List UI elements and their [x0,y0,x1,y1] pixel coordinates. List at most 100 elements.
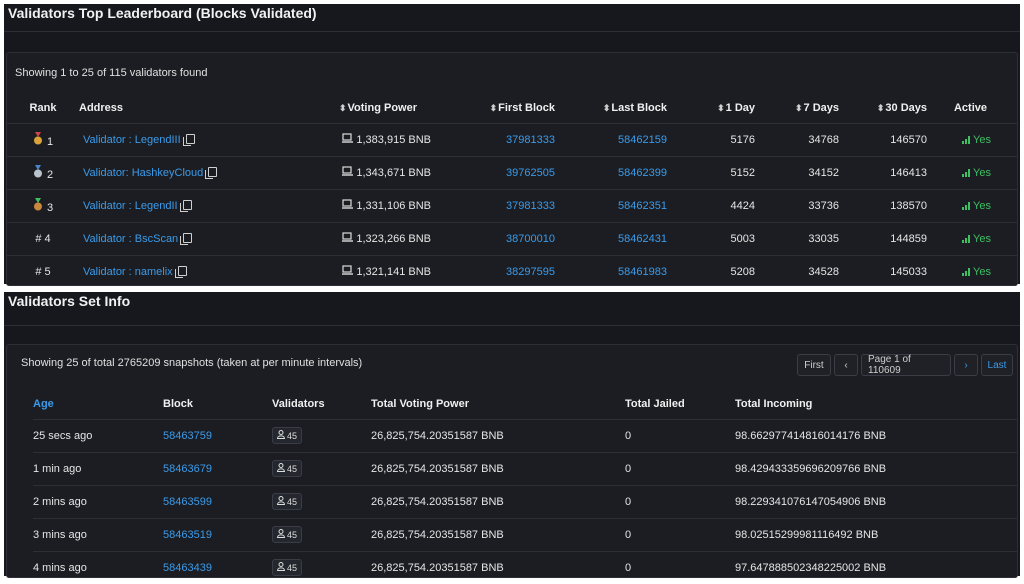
days30-cell: 146570 [849,122,941,156]
leaderboard-table: Rank Address ⬍Voting Power ⬍First Block … [7,93,1017,288]
snapshot-row: 1 min ago 58463679 45 26,825,754.20351587 B… [33,451,1017,485]
age-cell: 25 secs ago [33,418,163,452]
first-block-link[interactable]: 39762505 [506,167,555,179]
total-voting-power-cell: 26,825,754.20351587 BNB [371,517,625,551]
validator-link[interactable]: Validator : LegendII [83,200,178,212]
last-block-link[interactable]: 58462431 [618,233,667,245]
total-voting-power-cell: 26,825,754.20351587 BNB [371,418,625,452]
col-address: Address [79,101,124,114]
validators-count-badge[interactable]: 45 [272,427,303,444]
sort-icon: ⬍ [338,102,347,113]
block-cell: 58463679 [163,451,272,485]
active-status: Yes [973,232,991,245]
col-30-days[interactable]: ⬍30 Days [849,93,941,123]
copy-icon[interactable] [182,133,195,146]
monitor-icon [342,265,354,278]
last-block-link[interactable]: 58462159 [618,134,667,146]
first-block-link[interactable]: 37981333 [506,134,555,146]
validators-count-badge[interactable]: 45 [272,526,303,543]
copy-icon[interactable] [205,166,218,179]
col-last-block[interactable]: ⬍Last Block [565,93,671,123]
setinfo-header-row: Age Block Validators Total Voting Power … [33,389,1017,419]
leaderboard-row: # 4 Validator : BscScan 1,323,266 BNB 38700… [7,221,1017,255]
first-block-link[interactable]: 38297595 [506,266,555,278]
block-cell: 58463439 [163,550,272,584]
active-status: Yes [973,166,991,179]
voting-power-cell: 1,343,671 BNB [297,155,447,189]
title-divider [4,325,1020,326]
last-page-button[interactable]: Last [981,354,1013,376]
rank-value: 2 [46,168,54,181]
setinfo-title: Validators Set Info [8,293,131,309]
rank-cell: 2 [7,155,79,189]
first-block-cell: 37981333 [447,188,565,222]
rank-value: # 4 [35,232,51,245]
signal-icon [962,135,971,144]
block-cell: 58463599 [163,484,272,518]
validators-count-badge[interactable]: 45 [272,559,303,577]
days30-cell: 138570 [849,188,941,222]
col-validators: Validators [272,397,325,410]
days30-cell: 145033 [849,254,941,288]
active-cell: Yes [941,254,1017,288]
medal-icon [33,131,43,148]
user-icon [276,463,286,474]
block-link[interactable]: 58463439 [163,562,212,574]
validator-link[interactable]: Validator : LegendIII [83,134,181,146]
block-cell: 58463759 [163,418,272,452]
next-page-button[interactable]: › [954,354,978,376]
title-divider [4,31,1020,32]
col-voting-power[interactable]: ⬍Voting Power [297,93,447,123]
days7-cell: 33736 [755,188,849,222]
active-cell: Yes [941,155,1017,189]
validator-link[interactable]: Validator: HashkeyCloud [83,167,203,179]
col-active: Active [953,101,987,114]
leaderboard-row: 2 Validator: HashkeyCloud 1,343,671 BNB 397… [7,155,1017,189]
copy-icon[interactable] [174,265,187,278]
block-link[interactable]: 58463679 [163,463,212,475]
total-jailed-cell: 0 [625,550,735,584]
medal-icon [33,164,43,181]
first-block-link[interactable]: 38700010 [506,233,555,245]
block-link[interactable]: 58463519 [163,529,212,541]
first-page-button[interactable]: First [797,354,831,376]
validator-link[interactable]: Validator : BscScan [83,233,178,245]
col-first-block[interactable]: ⬍First Block [447,93,565,123]
last-block-link[interactable]: 58462351 [618,200,667,212]
last-block-cell: 58462399 [565,155,671,189]
col-block: Block [163,397,193,410]
leaderboard-row: # 5 Validator : namelix 1,321,141 BNB 38297… [7,254,1017,288]
validator-link[interactable]: Validator : namelix [83,266,173,278]
col-7-days[interactable]: ⬍7 Days [755,93,849,123]
block-link[interactable]: 58463599 [163,496,212,508]
signal-icon [962,267,971,276]
rank-value: 3 [46,201,54,214]
col-total-incoming: Total Incoming [735,397,813,410]
active-status: Yes [973,133,991,146]
col-age[interactable]: Age [33,389,163,419]
snapshot-row: 25 secs ago 58463759 45 26,825,754.20351587… [33,418,1017,452]
user-icon [276,562,286,573]
last-block-link[interactable]: 58462399 [618,167,667,179]
first-block-link[interactable]: 37981333 [506,200,555,212]
prev-page-button[interactable]: ‹ [834,354,858,376]
active-status: Yes [973,265,991,278]
sort-icon: ⬍ [717,102,725,113]
last-block-link[interactable]: 58461983 [618,266,667,278]
address-cell: Validator : LegendII [79,188,297,222]
validators-cell: 45 [272,517,371,551]
copy-icon[interactable] [179,199,192,212]
validators-count-badge[interactable]: 45 [272,460,303,477]
last-block-cell: 58462159 [565,122,671,156]
snapshot-row: 2 mins ago 58463599 45 26,825,754.20351587 … [33,484,1017,518]
leaderboard-card: Showing 1 to 25 of 115 validators found … [6,52,1018,288]
sort-icon: ⬍ [489,102,498,113]
col-1-day[interactable]: ⬍1 Day [671,93,755,123]
copy-icon[interactable] [180,232,193,245]
voting-power-cell: 1,321,141 BNB [297,254,447,288]
total-jailed-cell: 0 [625,517,735,551]
validators-count-badge[interactable]: 45 [272,493,303,510]
block-link[interactable]: 58463759 [163,430,212,442]
leaderboard-summary: Showing 1 to 25 of 115 validators found [15,67,208,79]
days30-cell: 146413 [849,155,941,189]
